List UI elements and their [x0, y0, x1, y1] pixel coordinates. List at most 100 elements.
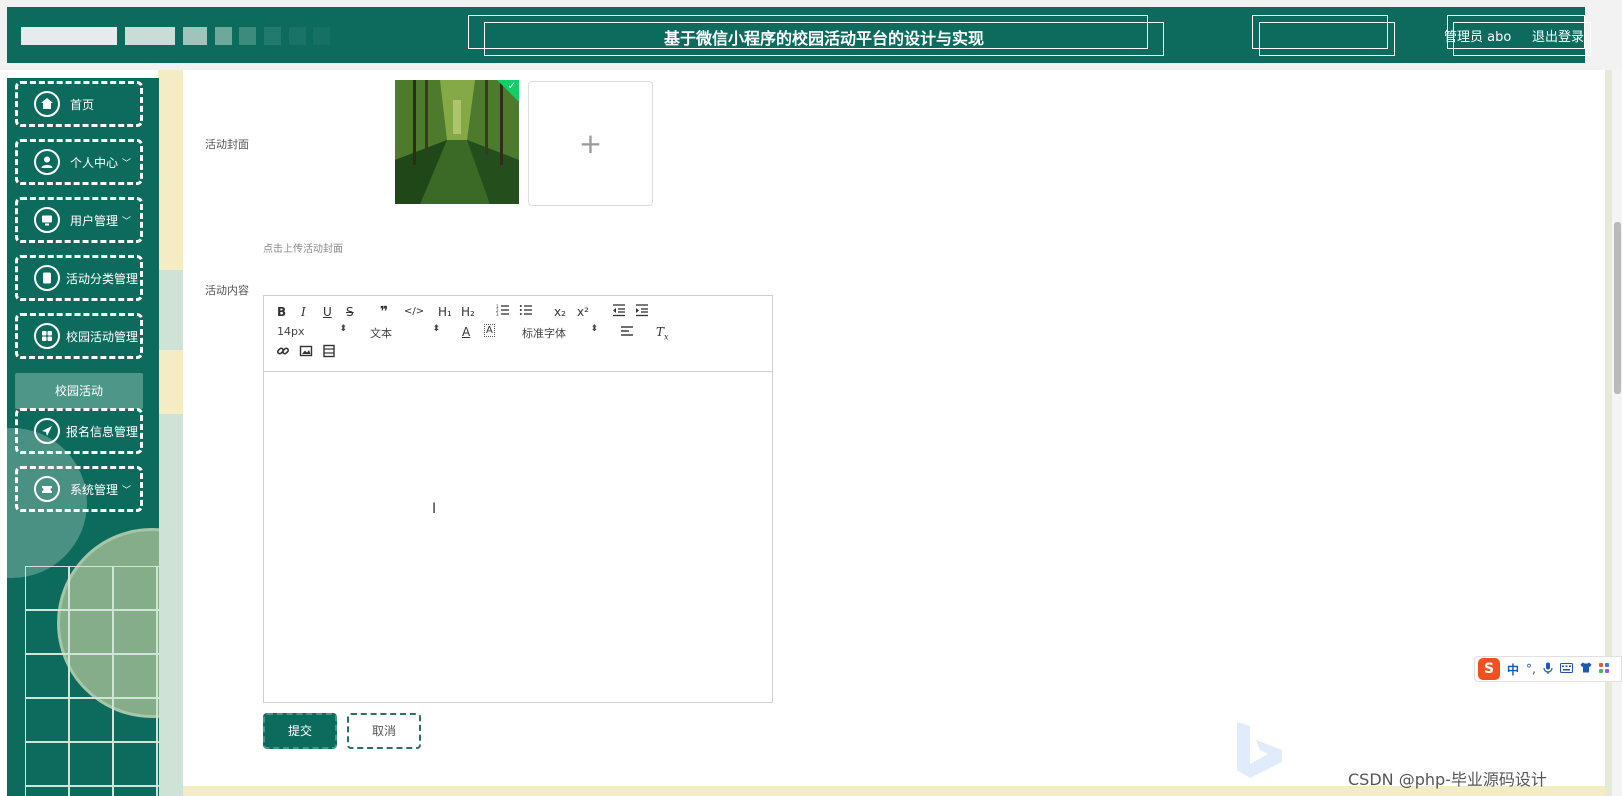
header-deco-bar	[313, 27, 330, 45]
sidebar-item-label: 系统管理	[70, 482, 119, 497]
header-deco-bar	[21, 27, 117, 45]
bold-button[interactable]: B	[277, 304, 286, 320]
watermark-text: CSDN @php-毕业源码设计	[1348, 770, 1547, 789]
paper-plane-icon	[34, 418, 60, 444]
text-color-icon[interactable]: A	[462, 324, 470, 340]
clear-format-button[interactable]: Tx	[656, 324, 669, 341]
blockquote-icon[interactable]: ❞	[380, 304, 388, 320]
header-select[interactable]: 文本 ⬍	[370, 324, 440, 341]
page-title: 基于微信小程序的校园活动平台的设计与实现	[663, 29, 984, 48]
header: 基于微信小程序的校园活动平台的设计与实现 管理员 abo 退出登录	[7, 7, 1591, 63]
font-size-select[interactable]: 14px ⬍	[277, 324, 347, 338]
home-icon	[34, 91, 60, 117]
chevron-down-icon: ﹀	[122, 485, 132, 496]
link-icon[interactable]	[276, 344, 290, 360]
monitor-icon	[34, 207, 60, 233]
scrollbar-thumb[interactable]	[1614, 222, 1621, 394]
grid-icon	[34, 323, 60, 349]
keyboard-icon[interactable]	[1559, 662, 1573, 676]
sidebar-item-label: 个人中心	[70, 155, 119, 170]
punctuation-icon[interactable]: °,	[1526, 662, 1536, 676]
bullet-list-icon[interactable]	[519, 303, 533, 319]
sidebar-item-registration[interactable]: 报名信息管理	[15, 408, 143, 454]
chevron-down-icon: ﹀	[122, 216, 132, 227]
bg-stripe	[158, 410, 184, 796]
cancel-button[interactable]: 取消	[347, 713, 421, 749]
outdent-icon[interactable]	[612, 303, 626, 319]
header-1-button[interactable]: H₁	[438, 304, 452, 320]
header-value: 文本	[370, 327, 392, 340]
align-icon[interactable]	[620, 324, 634, 340]
underline-button[interactable]: U	[323, 304, 332, 320]
ticket-icon	[34, 476, 60, 502]
content-label: 活动内容	[205, 284, 249, 297]
admin-name: 管理员 abo	[1444, 30, 1512, 45]
sidebar-item-label: 校园活动管理	[66, 329, 139, 344]
background-color-icon[interactable]: A	[484, 324, 495, 337]
header-2-button[interactable]: H₂	[461, 304, 475, 320]
sidebar-item-label: 用户管理	[70, 213, 119, 228]
cover-image[interactable]: ✓	[395, 80, 519, 204]
text-cursor-icon: I	[432, 501, 437, 517]
strike-button[interactable]: S	[346, 304, 354, 320]
svg-text:3: 3	[496, 312, 499, 317]
font-size-value: 14px	[277, 325, 305, 338]
plus-icon: +	[578, 127, 603, 160]
cover-label: 活动封面	[205, 138, 249, 151]
sidebar-deco-grid	[25, 566, 159, 796]
font-family-value: 标准字体	[522, 327, 566, 340]
header-deco-bar	[125, 27, 175, 45]
sidebar-item-home[interactable]: 首页	[15, 81, 143, 127]
editor-toolbar: B I U S ❞ </> H₁ H₂ 123 x₂ x² 14px ⬍ 文本 …	[264, 296, 772, 372]
skin-shirt-icon[interactable]	[1580, 662, 1592, 676]
header-deco-bar	[264, 27, 281, 45]
submit-button[interactable]: 提交	[263, 713, 337, 749]
header-deco-bar	[215, 27, 232, 45]
ordered-list-icon[interactable]: 123	[496, 303, 510, 319]
header-deco-bar	[239, 27, 256, 45]
main-panel: 活动封面 ✓ + 点击上传活动封面 活动内容 B I U S ❞ </> H₁ …	[183, 70, 1605, 786]
video-icon[interactable]	[322, 344, 336, 360]
rich-text-editor: B I U S ❞ </> H₁ H₂ 123 x₂ x² 14px ⬍ 文本 …	[263, 295, 773, 703]
header-frame	[1259, 22, 1395, 56]
sidebar-item-profile[interactable]: 个人中心 ﹀	[15, 139, 143, 185]
sidebar-item-label: 报名信息管理	[66, 424, 139, 439]
select-arrow-icon: ⬍	[432, 324, 440, 334]
ime-toolbar[interactable]: S 中 °,	[1474, 656, 1622, 682]
vertical-scrollbar[interactable]	[1612, 70, 1622, 796]
chevron-down-icon: ﹀	[122, 158, 132, 169]
editor-content-area[interactable]	[264, 373, 772, 703]
indent-icon[interactable]	[635, 303, 649, 319]
ime-language-toggle[interactable]: 中	[1507, 661, 1519, 678]
upload-cover-button[interactable]: +	[528, 81, 653, 206]
select-arrow-icon: ⬍	[590, 324, 598, 334]
superscript-button[interactable]: x²	[577, 304, 589, 320]
sidebar-item-label: 首页	[70, 97, 95, 112]
bg-stripe	[158, 406, 184, 414]
clear-format-label: T	[656, 325, 665, 339]
microphone-icon[interactable]	[1543, 662, 1553, 677]
sidebar-item-system[interactable]: 系统管理 ﹀	[15, 466, 143, 512]
bing-logo-icon	[1237, 722, 1282, 778]
tablet-icon	[34, 265, 60, 291]
header-deco-bar	[183, 27, 207, 45]
italic-button[interactable]: I	[301, 304, 306, 320]
header-deco-bar	[289, 27, 306, 45]
submenu-item-campus-activity[interactable]: 校园活动	[15, 373, 143, 409]
sidebar-item-campus-activity[interactable]: 校园活动管理	[15, 313, 143, 359]
sidebar-item-label: 活动分类管理	[66, 271, 139, 286]
select-arrow-icon: ⬍	[339, 324, 347, 334]
sidebar-item-users[interactable]: 用户管理 ﹀	[15, 197, 143, 243]
sidebar: 首页 个人中心 ﹀ 用户管理 ﹀ 活动分类管理 校园活动管理 校园活动 报名信息…	[7, 78, 159, 796]
bg-stripe	[158, 270, 184, 350]
upload-hint: 点击上传活动封面	[263, 244, 343, 255]
toolbox-grid-icon[interactable]	[1598, 662, 1609, 676]
subscript-button[interactable]: x₂	[554, 304, 566, 320]
sidebar-item-activity-category[interactable]: 活动分类管理	[15, 255, 143, 301]
bg-stripe	[1605, 70, 1612, 796]
font-family-select[interactable]: 标准字体 ⬍	[522, 324, 598, 341]
code-block-icon[interactable]: </>	[404, 304, 424, 320]
logout-button[interactable]: 退出登录	[1532, 26, 1584, 45]
image-icon[interactable]	[299, 344, 313, 360]
check-icon: ✓	[507, 81, 516, 92]
